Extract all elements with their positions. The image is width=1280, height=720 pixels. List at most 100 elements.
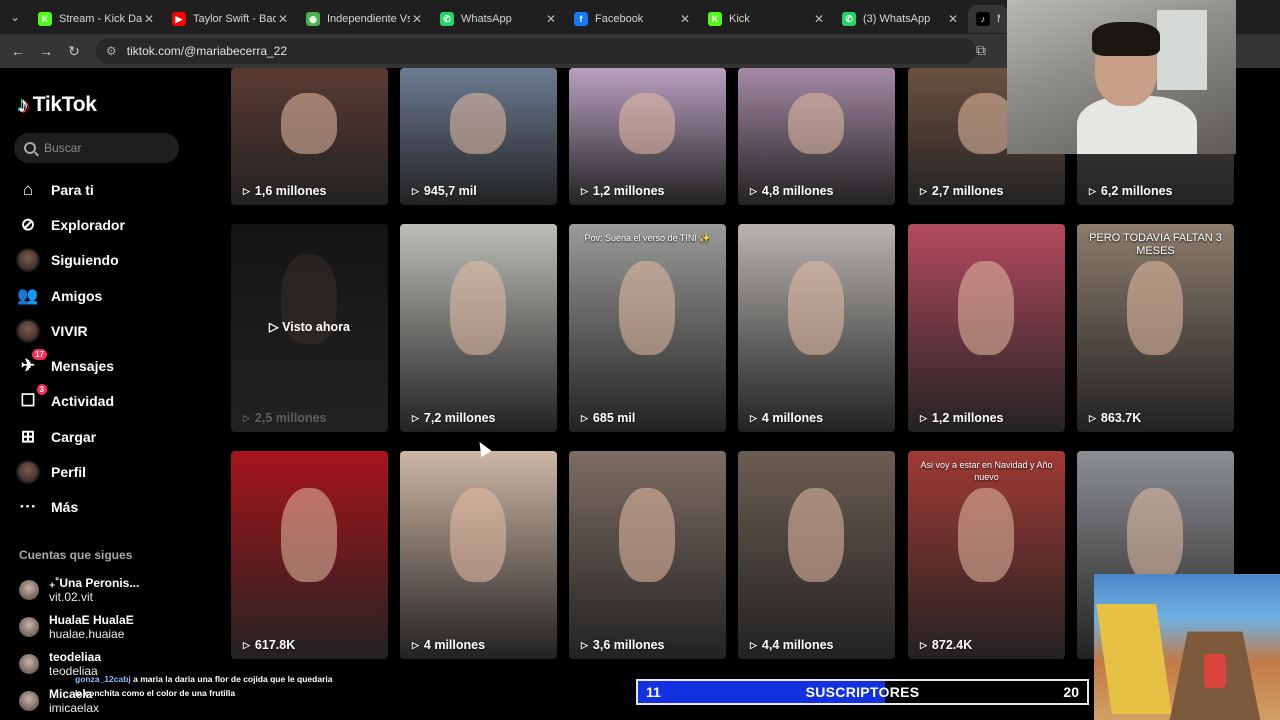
video-tile[interactable]: ▷ 1,2 millones [908, 224, 1065, 432]
tiktok-logo[interactable]: ♪ TikTok [18, 92, 97, 118]
site-info-icon[interactable]: ⚙ [106, 44, 117, 58]
video-tile[interactable]: ▷ 617.8K [231, 451, 388, 659]
video-thumbnail-figure [281, 92, 337, 155]
following-account[interactable]: ₊˚Una Peronis... vit.02.vit [19, 571, 139, 608]
game-train [1096, 604, 1172, 714]
nav-item-label: Amigos [51, 287, 103, 304]
view-count: ▷ 3,6 millones [581, 638, 665, 652]
upload-icon: ⊞ [20, 426, 36, 446]
video-tile[interactable]: PERO TODAVIA FALTAN 3 MESES ▷ 863.7K [1077, 224, 1234, 432]
tab-title: Stream - Kick Dashboard [59, 13, 142, 25]
play-icon: ▷ [412, 412, 419, 423]
chat-overlay: gonza_12cabj a maria la daria una flor d… [75, 672, 335, 700]
close-tab-icon[interactable]: ✕ [142, 12, 156, 26]
subscriber-label: SUSCRIPTORES [805, 684, 920, 700]
video-tile[interactable]: ▷ 1,6 millones [231, 68, 388, 205]
nav-item-vivir[interactable]: VIVIR [16, 313, 125, 348]
play-icon: ▷ [412, 639, 419, 650]
play-icon: ▷ [243, 639, 250, 650]
video-tile[interactable]: ▷ 945,7 mil [400, 68, 557, 205]
video-thumbnail-figure [788, 261, 844, 356]
view-count: ▷ 1,6 millones [243, 184, 327, 198]
subscriber-goal: 20 [1063, 684, 1079, 700]
nav-item-parati[interactable]: ⌂ Para ti [16, 172, 125, 207]
account-name: HualaE HualaE [49, 612, 134, 627]
browser-tab[interactable]: K Stream - Kick Dashboard✕ [30, 5, 164, 33]
reload-button[interactable]: ↻ [60, 43, 88, 60]
view-count: ▷ 2,7 millones [920, 184, 1004, 198]
view-count: ▷ 617.8K [243, 638, 296, 652]
subscriber-goal-bar: 11 SUSCRIPTORES 20 [636, 679, 1089, 705]
video-tile[interactable]: ▷ 4 millones [738, 224, 895, 432]
play-icon: ▷ [750, 185, 757, 196]
video-thumbnail-figure [619, 261, 675, 356]
view-count: ▷ 685 mil [581, 411, 636, 425]
nav-item-perfil[interactable]: Perfil [16, 454, 125, 489]
video-tile[interactable]: ▷ 3,6 millones [569, 451, 726, 659]
search-box[interactable] [14, 133, 179, 163]
video-thumbnail-figure [1127, 261, 1183, 356]
nav-item-label: Cargar [51, 428, 97, 445]
video-tile[interactable]: ▷ 1,2 millones [569, 68, 726, 205]
video-caption: PERO TODAVIA FALTAN 3 MESES [1089, 232, 1222, 257]
watched-now-label: ▷ Visto ahora [269, 320, 350, 334]
account-avatar [19, 616, 39, 637]
video-thumbnail-figure [450, 92, 506, 155]
search-input[interactable] [44, 141, 164, 155]
account-name: teodeliaa [49, 649, 102, 664]
nav-item-explorador[interactable]: ⊘ Explorador [16, 207, 125, 242]
activity-icon: ☐ 3 [16, 384, 47, 413]
play-icon: ▷ [243, 185, 250, 196]
following-avatar-icon [16, 248, 40, 273]
nav-item-label: Perfil [51, 464, 87, 481]
video-thumbnail-figure [450, 261, 506, 356]
video-tile[interactable]: ▷ 4,8 millones [738, 68, 895, 205]
back-button[interactable]: ← [4, 43, 32, 59]
view-count: ▷ 4 millones [750, 411, 824, 425]
main-nav: ⌂ Para ti ⊘ Explorador Siguiendo 👥 Amigos VIVIR… [16, 172, 125, 525]
play-icon: ▷ [920, 639, 927, 650]
video-caption: Asi voy a estar en Navidad y Año nuevo [920, 460, 1053, 482]
play-icon: ▷ [1089, 412, 1096, 423]
view-count: ▷ 863.7K [1089, 411, 1142, 425]
view-count: ▷ 1,2 millones [920, 411, 1004, 425]
friends-icon: 👥 [17, 285, 39, 305]
webcam-hair [1092, 22, 1160, 56]
play-icon: ▷ [750, 639, 757, 650]
nav-item-label: Actividad [51, 393, 115, 410]
nav-item-ms[interactable]: ··· Más [16, 490, 125, 525]
following-account[interactable]: HualaE HualaE hualae.huaiae [19, 608, 139, 645]
nav-item-mensajes[interactable]: ✈ 17 Mensajes [16, 348, 125, 383]
video-tile[interactable]: ▷ 4,4 millones [738, 451, 895, 659]
video-tile[interactable]: Asi voy a estar en Navidad y Año nuevo ▷ 8… [908, 451, 1065, 659]
nav-item-label: VIVIR [51, 322, 88, 339]
nav-item-cargar[interactable]: ⊞ Cargar [16, 419, 125, 454]
video-thumbnail-figure [619, 488, 675, 583]
sidebar: ♪ TikTok ⌂ Para ti ⊘ Explorador Siguiendo 👥 Am… [0, 68, 210, 720]
video-thumbnail-figure [788, 488, 844, 583]
view-count: ▷ 2,5 millones [243, 411, 327, 425]
webcam-window [1157, 10, 1207, 90]
video-thumbnail-figure [1127, 488, 1183, 583]
profile-avatar-icon [16, 460, 40, 485]
tab-search-button[interactable]: ⌄ [0, 0, 30, 34]
video-caption: Pov: Suena el verso de TINI ✨ [584, 233, 711, 243]
view-count: ▷ 945,7 mil [412, 184, 477, 198]
play-icon: ▷ [581, 412, 588, 423]
video-thumbnail-figure [958, 92, 1014, 155]
nav-item-actividad[interactable]: ☐ 3 Actividad [16, 384, 125, 419]
logo-text: TikTok [32, 93, 97, 116]
play-icon: ▷ [581, 185, 588, 196]
video-tile[interactable]: ▷ 7,2 millones [400, 224, 557, 432]
video-thumbnail-figure [619, 92, 675, 155]
play-icon: ▷ [750, 412, 757, 423]
nav-item-amigos[interactable]: 👥 Amigos [16, 278, 125, 313]
account-avatar [19, 579, 39, 600]
video-tile[interactable]: ▷ Visto ahora ▷ 2,5 millones [231, 224, 388, 432]
messages-icon: ✈ 17 [16, 349, 47, 378]
forward-button[interactable]: → [32, 43, 60, 59]
video-tile[interactable]: ▷ 4 millones [400, 451, 557, 659]
notification-badge: 17 [32, 349, 47, 361]
nav-item-siguiendo[interactable]: Siguiendo [16, 243, 125, 278]
video-tile[interactable]: Pov: Suena el verso de TINI ✨ ▷ 685 mil [569, 224, 726, 432]
